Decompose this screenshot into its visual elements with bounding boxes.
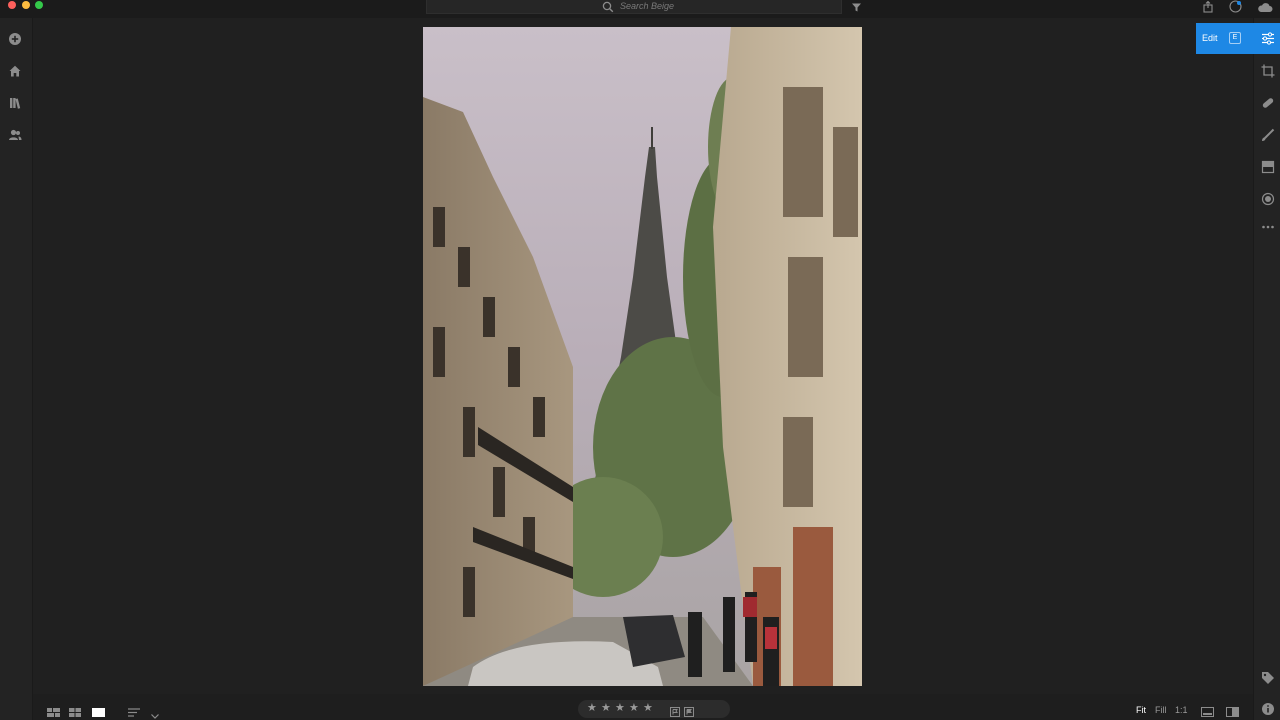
linear-gradient-icon[interactable] — [1261, 160, 1275, 174]
search-bar[interactable]: Search Beige — [426, 0, 842, 14]
detail-view-icon[interactable] — [92, 704, 105, 720]
edit-label: Edit — [1202, 33, 1218, 43]
edit-sliders-icon[interactable] — [1261, 32, 1275, 50]
maximize-window-button[interactable] — [35, 1, 43, 9]
eiffel-tower-photo[interactable] — [423, 27, 862, 686]
rating-star-3[interactable]: ★ — [615, 702, 625, 714]
rating-star-1[interactable]: ★ — [587, 702, 597, 714]
rating-star-5[interactable]: ★ — [643, 702, 653, 714]
search-icon — [602, 0, 614, 18]
left-rail — [0, 18, 33, 720]
chevron-down-icon[interactable] — [151, 706, 159, 720]
photo-canvas — [33, 18, 1253, 694]
crop-icon[interactable] — [1261, 64, 1275, 78]
reject-flag-icon[interactable] — [684, 704, 694, 720]
close-window-button[interactable] — [8, 1, 16, 9]
edit-button[interactable]: Edit E — [1196, 23, 1280, 54]
help-icon[interactable] — [1229, 0, 1242, 18]
rating-star-4[interactable]: ★ — [629, 702, 639, 714]
pick-flag-icon[interactable] — [670, 704, 680, 720]
filmstrip-icon[interactable] — [1201, 704, 1214, 720]
app-window: Search Beige Edit E ★ ★ ★ ★ ★ Fit Fill 1… — [0, 0, 1280, 720]
tag-icon[interactable] — [1261, 671, 1275, 685]
square-grid-icon[interactable] — [69, 704, 81, 720]
sort-icon[interactable] — [128, 704, 140, 720]
people-icon[interactable] — [8, 128, 22, 142]
info-icon[interactable] — [1261, 702, 1275, 716]
add-photos-icon[interactable] — [8, 32, 22, 46]
home-icon[interactable] — [8, 64, 22, 78]
healing-icon[interactable] — [1261, 96, 1275, 110]
filter-icon[interactable] — [851, 0, 862, 18]
title-bar: Search Beige — [0, 0, 1280, 18]
library-icon[interactable] — [8, 96, 22, 110]
compare-icon[interactable] — [1226, 704, 1239, 720]
rating-and-flag-control: ★ ★ ★ ★ ★ — [578, 700, 730, 718]
zoom-fit-option[interactable]: Fit — [1136, 705, 1146, 715]
cloud-icon[interactable] — [1257, 0, 1273, 18]
rating-star-2[interactable]: ★ — [601, 702, 611, 714]
photo-grid-icon[interactable] — [47, 704, 60, 720]
brush-icon[interactable] — [1261, 128, 1275, 142]
more-icon[interactable] — [1261, 220, 1275, 234]
radial-gradient-icon[interactable] — [1261, 192, 1275, 206]
minimize-window-button[interactable] — [22, 1, 30, 9]
zoom-1-1-option[interactable]: 1:1 — [1175, 705, 1188, 715]
edit-shortcut-badge: E — [1229, 32, 1241, 44]
search-input[interactable]: Search Beige — [620, 1, 674, 11]
bottom-toolbar: ★ ★ ★ ★ ★ Fit Fill 1:1 — [33, 694, 1253, 720]
share-icon[interactable] — [1202, 0, 1214, 18]
right-rail — [1253, 18, 1280, 720]
zoom-fill-option[interactable]: Fill — [1155, 705, 1167, 715]
